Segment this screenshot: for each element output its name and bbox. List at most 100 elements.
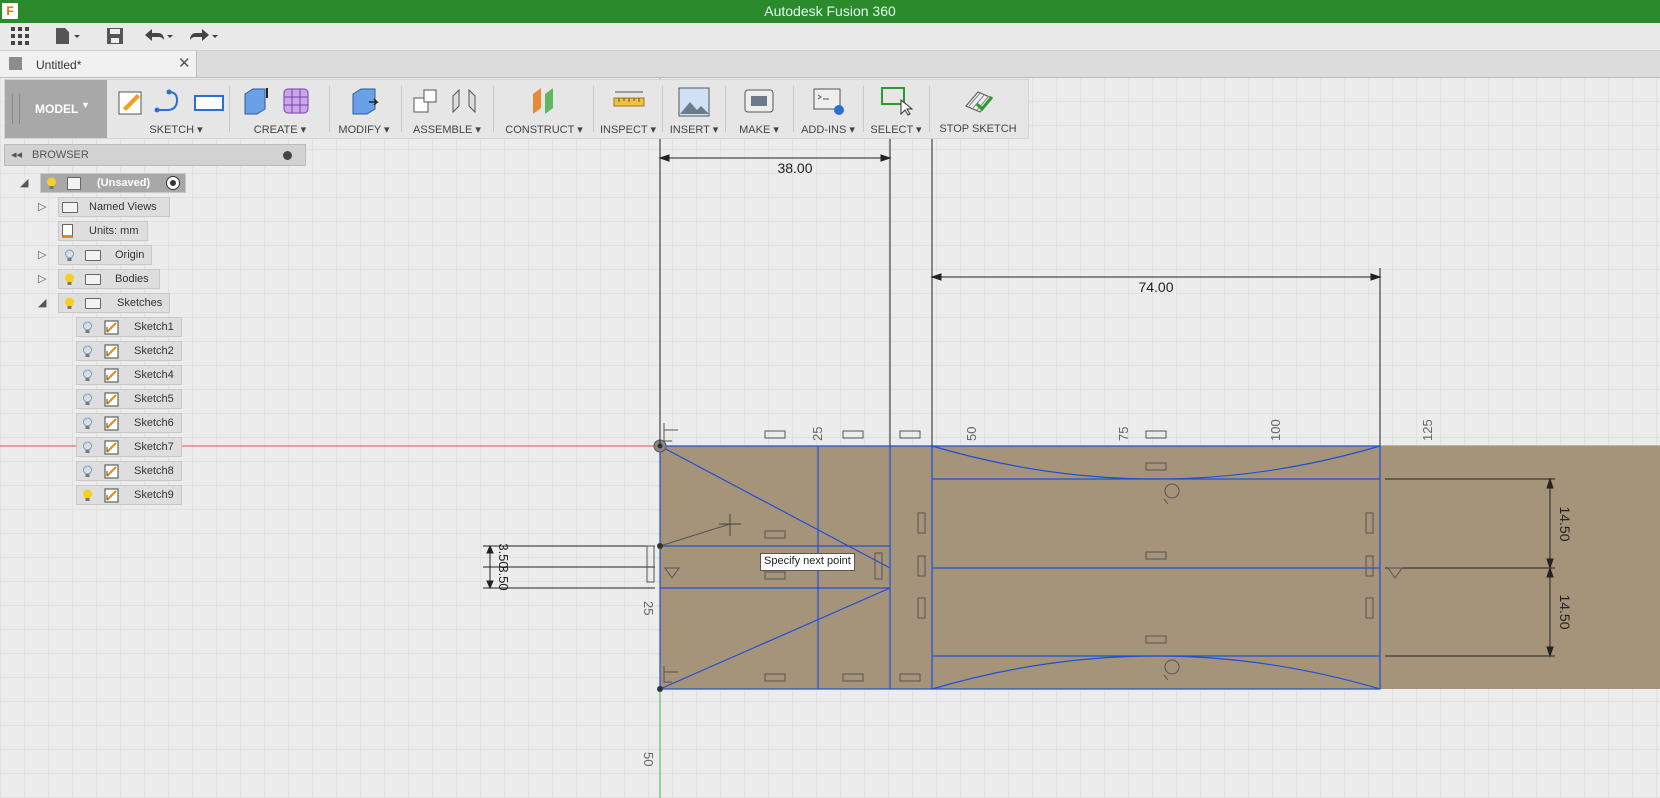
assemble-group[interactable]: ASSEMBLE ▾: [403, 80, 491, 138]
visibility-bulb-icon[interactable]: [82, 369, 93, 382]
inspect-group[interactable]: INSPECT ▾: [595, 80, 661, 138]
visibility-bulb-icon[interactable]: [64, 273, 75, 286]
modify-group-label: MODIFY: [338, 124, 381, 136]
dimension-label[interactable]: 14.50: [1557, 594, 1573, 629]
form-icon[interactable]: [281, 86, 311, 116]
app-grid-icon[interactable]: [11, 27, 29, 47]
tree-item-sketch[interactable]: Sketch5: [76, 389, 182, 409]
collapse-triangle-icon[interactable]: ◢: [38, 296, 52, 310]
expand-triangle-icon[interactable]: ▷: [38, 248, 52, 262]
visibility-bulb-icon[interactable]: [64, 249, 75, 262]
document-settings-icon: [62, 224, 73, 238]
scripts-icon[interactable]: [813, 86, 844, 116]
create-sketch-icon[interactable]: [117, 86, 147, 116]
insert-group[interactable]: INSERT ▾: [664, 80, 724, 138]
sketch-icon: [104, 344, 119, 359]
measure-icon[interactable]: [613, 86, 645, 116]
workspace-label: MODEL: [35, 102, 79, 116]
dimension-label[interactable]: 74.00: [1138, 279, 1173, 295]
sketch-point[interactable]: [657, 543, 663, 549]
stop-sketch-group[interactable]: STOP SKETCH: [931, 80, 1025, 138]
tree-item-label: Sketch5: [134, 393, 174, 405]
press-pull-icon[interactable]: [349, 86, 379, 116]
collapse-browser-icon[interactable]: ◂◂: [11, 148, 22, 161]
visibility-bulb-icon[interactable]: [82, 417, 93, 430]
tree-item-sketch[interactable]: Sketch8: [76, 461, 182, 481]
document-tab[interactable]: Untitled* ✕: [0, 51, 197, 77]
dimension-label[interactable]: 3.50: [496, 565, 511, 590]
collapse-triangle-icon[interactable]: ◢: [20, 176, 34, 190]
expand-triangle-icon[interactable]: ▷: [38, 200, 52, 214]
new-component-icon[interactable]: [411, 86, 441, 116]
expand-triangle-icon[interactable]: ▷: [38, 272, 52, 286]
dimension-label[interactable]: 38.00: [777, 160, 812, 176]
create-group[interactable]: CREATE ▾: [231, 80, 329, 138]
stop-sketch-icon[interactable]: [963, 86, 994, 116]
construct-group[interactable]: CONSTRUCT ▾: [495, 80, 593, 138]
document-tab-title: Untitled*: [36, 58, 82, 72]
add-ins-group-label: ADD-INS: [801, 124, 847, 136]
tree-item-sketch[interactable]: Sketch7: [76, 437, 182, 457]
close-tab-icon[interactable]: ✕: [178, 54, 191, 72]
visibility-bulb-icon[interactable]: [82, 465, 93, 478]
sketch-point[interactable]: [657, 686, 663, 692]
tree-item-units[interactable]: Units: mm: [58, 221, 148, 241]
tree-item-label: Sketch1: [134, 321, 174, 333]
browser-title: BROWSER: [32, 149, 89, 161]
tree-item-label: Sketch2: [134, 345, 174, 357]
visibility-bulb-icon[interactable]: [82, 345, 93, 358]
ruler-label: 100: [1268, 419, 1283, 441]
toolbar-separator: [229, 86, 230, 132]
tree-item-sketch[interactable]: Sketch2: [76, 341, 182, 361]
modify-group[interactable]: MODIFY ▾: [331, 80, 397, 138]
select-group[interactable]: SELECT ▾: [865, 80, 927, 138]
offset-plane-icon[interactable]: [529, 86, 559, 116]
tree-item-sketch[interactable]: Sketch1: [76, 317, 182, 337]
tree-item-sketch[interactable]: Sketch4: [76, 365, 182, 385]
sketch-group[interactable]: SKETCH ▾: [109, 80, 243, 138]
tree-item-label: Sketch9: [134, 489, 174, 501]
toolbar-grip[interactable]: [12, 94, 20, 124]
line-tool-icon[interactable]: [153, 86, 183, 116]
visibility-bulb-icon[interactable]: [82, 441, 93, 454]
tree-item-label: Origin: [115, 249, 145, 261]
canvas-image-icon[interactable]: [678, 86, 710, 117]
tree-item-sketches[interactable]: Sketches: [58, 293, 170, 313]
workspace-switcher[interactable]: MODEL ▼: [5, 80, 107, 138]
3d-print-icon[interactable]: [743, 86, 774, 116]
add-ins-group[interactable]: ADD-INS ▾: [795, 80, 861, 138]
sketch-viewport[interactable]: 38.00 74.00 14.50 14.50 3.50 3.50 25 50 …: [0, 78, 1660, 798]
rectangle-tool-icon[interactable]: [193, 86, 224, 116]
select-cursor-icon[interactable]: [881, 86, 914, 116]
tree-item-sketch[interactable]: Sketch6: [76, 413, 182, 433]
activate-radio-icon[interactable]: [166, 176, 180, 190]
ruler-label: 25: [641, 601, 656, 615]
tree-item-sketch-active[interactable]: Sketch9: [76, 485, 182, 505]
tree-root-unsaved[interactable]: (Unsaved): [40, 173, 186, 193]
visibility-bulb-icon[interactable]: [64, 297, 75, 310]
redo-icon[interactable]: [188, 27, 222, 47]
file-menu-icon[interactable]: [54, 27, 82, 47]
tree-item-label: Sketch7: [134, 441, 174, 453]
tree-item-named-views[interactable]: Named Views: [58, 197, 170, 217]
visibility-bulb-icon[interactable]: [82, 489, 93, 502]
design-canvas[interactable]: 38.00 74.00 14.50 14.50 3.50 3.50 25 50 …: [0, 78, 1660, 798]
visibility-bulb-icon[interactable]: [46, 177, 57, 190]
joint-icon[interactable]: [449, 86, 479, 116]
extrude-icon[interactable]: [241, 86, 271, 116]
stop-sketch-label: STOP SKETCH: [939, 123, 1017, 135]
tree-item-label: Named Views: [89, 201, 157, 213]
tree-item-origin[interactable]: Origin: [58, 245, 152, 265]
tree-item-bodies[interactable]: Bodies: [58, 269, 160, 289]
tree-item-label: Sketch4: [134, 369, 174, 381]
visibility-bulb-icon[interactable]: [82, 393, 93, 406]
tree-item-label: Sketch8: [134, 465, 174, 477]
undo-icon[interactable]: [143, 27, 177, 47]
minimize-browser-icon[interactable]: [283, 151, 292, 160]
browser-panel-header[interactable]: ◂◂ BROWSER: [4, 144, 306, 166]
make-group[interactable]: MAKE ▾: [727, 80, 791, 138]
visibility-bulb-icon[interactable]: [82, 321, 93, 334]
save-icon[interactable]: [106, 27, 124, 47]
ribbon-toolbar: MODEL ▼ SKETCH ▾ CREATE ▾ MODIFY ▾ ASSEM…: [4, 79, 1029, 139]
dimension-label[interactable]: 14.50: [1557, 506, 1573, 541]
